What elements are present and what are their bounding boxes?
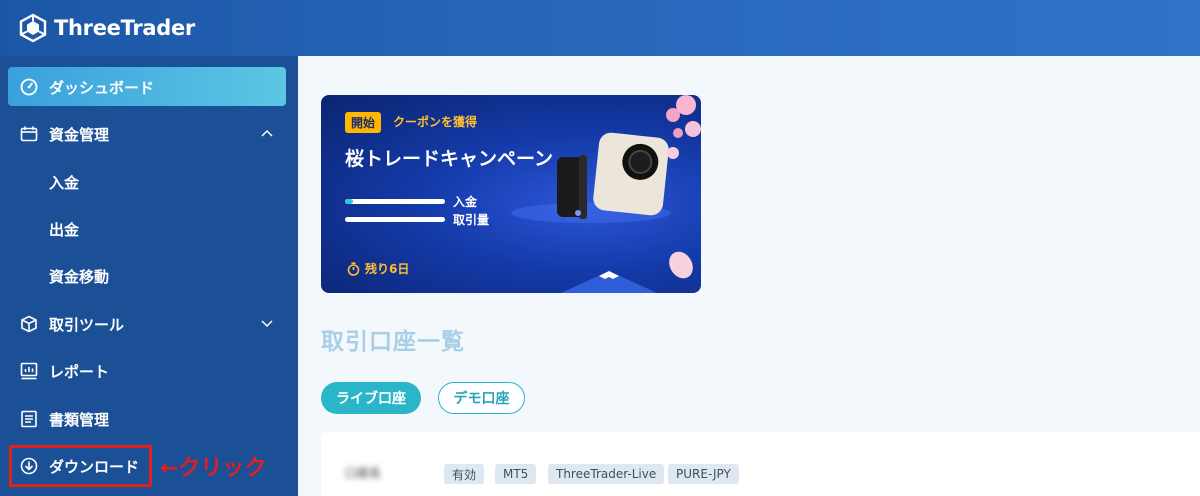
page-title: 取引口座一覧 xyxy=(321,329,465,355)
platform-badge: MT5 xyxy=(495,464,537,484)
threetrader-logo-icon xyxy=(18,13,48,43)
deposit-progress-label: 入金 xyxy=(453,195,478,209)
box-icon xyxy=(19,314,39,334)
sidebar-item-label: 入金 xyxy=(49,173,80,192)
account-card[interactable]: 口座名 有効 MT5 ThreeTrader-Live PURE-JPY xyxy=(321,432,1200,496)
top-header: ThreeTrader xyxy=(0,0,1200,56)
tab-demo-account[interactable]: デモ口座 xyxy=(438,382,525,414)
report-icon xyxy=(19,361,39,381)
sidebar-item-label: 取引ツール xyxy=(49,315,125,334)
timer-icon xyxy=(347,261,360,276)
campaign-banner[interactable]: 開始 クーポンを獲得 桜トレードキャンペーン 入金 取引量 残り6日 xyxy=(321,95,701,293)
wallet-icon xyxy=(19,124,39,144)
volume-progress-label: 取引量 xyxy=(453,213,490,227)
sidebar-item-transfer[interactable]: 資金移動 xyxy=(0,256,298,296)
sidebar-item-label: 出金 xyxy=(49,220,80,239)
sidebar-item-reports[interactable]: レポート xyxy=(0,351,298,391)
chevron-up-icon xyxy=(260,126,274,140)
remaining-days-text: 残り6日 xyxy=(365,262,410,276)
download-highlight-box xyxy=(9,445,152,487)
sidebar-item-withdraw[interactable]: 出金 xyxy=(0,209,298,249)
sidebar-item-funds[interactable]: 資金管理 xyxy=(0,114,298,154)
sidebar-item-deposit[interactable]: 入金 xyxy=(0,162,298,202)
status-badge: 有効 xyxy=(444,464,485,484)
sidebar-item-label: レポート xyxy=(49,362,110,381)
document-icon xyxy=(19,409,39,429)
chevron-down-icon xyxy=(260,316,274,330)
deposit-progress-fill xyxy=(345,199,353,204)
click-annotation: ←クリック xyxy=(160,456,267,481)
sidebar-item-label: ダッシュボード xyxy=(49,78,155,97)
sidebar-item-dashboard[interactable]: ダッシュボード xyxy=(0,67,298,107)
account-name: 口座名 xyxy=(345,466,382,480)
brand-logo[interactable]: ThreeTrader xyxy=(18,13,195,43)
deposit-progress-bar xyxy=(345,199,445,204)
remaining-days: 残り6日 xyxy=(347,260,409,277)
sidebar-item-label: 資金移動 xyxy=(49,267,110,286)
gauge-icon xyxy=(19,77,39,97)
sidebar-item-trading-tools[interactable]: 取引ツール xyxy=(0,304,298,344)
start-badge: 開始 xyxy=(345,112,382,133)
server-badge: ThreeTrader-Live xyxy=(548,464,665,484)
get-coupon-link[interactable]: クーポンを獲得 xyxy=(393,113,477,130)
volume-progress-bar xyxy=(345,217,445,222)
tab-live-account[interactable]: ライブ口座 xyxy=(321,382,421,414)
sidebar-item-label: 書類管理 xyxy=(49,410,110,429)
brand-name: ThreeTrader xyxy=(54,16,195,40)
account-type-badge: PURE-JPY xyxy=(668,464,739,484)
campaign-title: 桜トレードキャンペーン xyxy=(345,148,554,170)
sidebar-item-documents[interactable]: 書類管理 xyxy=(0,399,298,439)
sidebar-item-label: 資金管理 xyxy=(49,125,110,144)
